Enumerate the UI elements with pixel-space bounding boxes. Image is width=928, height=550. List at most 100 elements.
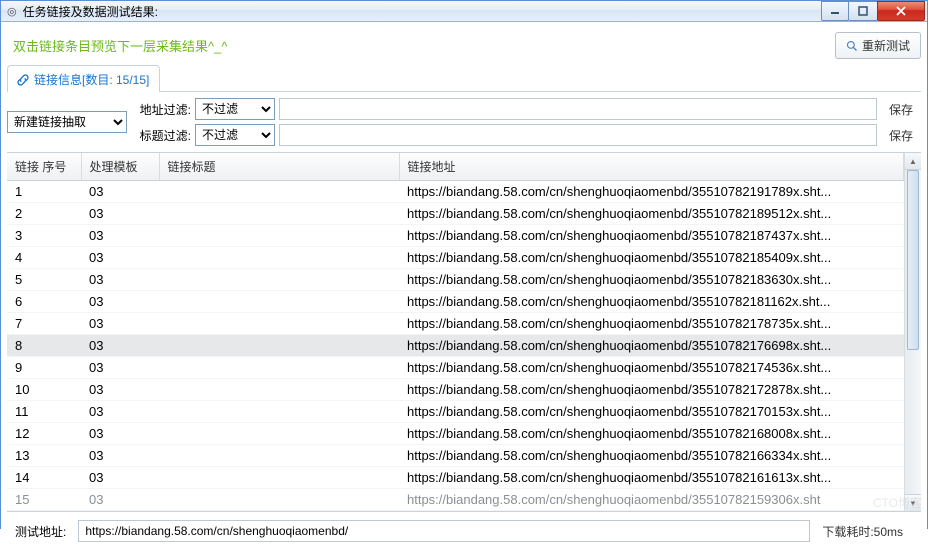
- title-save-link[interactable]: 保存: [881, 127, 921, 144]
- minimize-button[interactable]: [821, 1, 849, 21]
- cell-title: [159, 225, 399, 247]
- cell-seq: 1: [7, 181, 81, 203]
- title-bar[interactable]: ◎ 任务链接及数据测试结果:: [1, 1, 927, 22]
- title-filter-select[interactable]: 不过滤: [195, 124, 275, 146]
- cell-seq: 11: [7, 401, 81, 423]
- cell-seq: 14: [7, 467, 81, 489]
- table-row[interactable]: 403 https://biandang.58.com/cn/shenghuoqi…: [7, 247, 904, 269]
- table-row[interactable]: 1403 https://biandang.58.com/cn/shenghuoq…: [7, 467, 904, 489]
- col-seq[interactable]: 链接 序号: [7, 153, 81, 181]
- addr-filter-label: 地址过滤:: [131, 101, 191, 118]
- cell-title: [159, 247, 399, 269]
- scrollbar-thumb[interactable]: [907, 170, 919, 350]
- tabs: 链接信息[数目: 15/15]: [7, 65, 921, 92]
- table-row[interactable]: 903 https://biandang.58.com/cn/shenghuoqi…: [7, 357, 904, 379]
- cell-addr: https://biandang.58.com/cn/shenghuoqiaom…: [399, 313, 904, 335]
- retest-label: 重新测试: [862, 37, 910, 54]
- window-controls: [822, 1, 925, 21]
- cell-title: [159, 181, 399, 203]
- cell-addr: https://biandang.58.com/cn/shenghuoqiaom…: [399, 225, 904, 247]
- maximize-button[interactable]: [848, 1, 878, 21]
- cell-tpl: 03: [81, 225, 159, 247]
- cell-seq: 3: [7, 225, 81, 247]
- cell-addr: https://biandang.58.com/cn/shenghuoqiaom…: [399, 379, 904, 401]
- table-row[interactable]: 1003 https://biandang.58.com/cn/shenghuoq…: [7, 379, 904, 401]
- cell-addr: https://biandang.58.com/cn/shenghuoqiaom…: [399, 357, 904, 379]
- cell-seq: 10: [7, 379, 81, 401]
- title-filter-input[interactable]: [279, 124, 877, 146]
- content-area: 双击链接条目预览下一层采集结果^_^ 重新测试 链接信息[数目: 15/15] …: [1, 22, 927, 550]
- cell-tpl: 03: [81, 313, 159, 335]
- hint-row: 双击链接条目预览下一层采集结果^_^ 重新测试: [7, 32, 921, 59]
- cell-title: [159, 357, 399, 379]
- cell-addr: https://biandang.58.com/cn/shenghuoqiaom…: [399, 445, 904, 467]
- cell-tpl: 03: [81, 489, 159, 511]
- cell-title: [159, 269, 399, 291]
- cell-tpl: 03: [81, 335, 159, 357]
- table-row[interactable]: 603https://biandang.58.com/cn/shenghuoqi…: [7, 291, 904, 313]
- hint-text: 双击链接条目预览下一层采集结果^_^: [7, 36, 835, 55]
- filter-bar: 新建链接抽取 地址过滤: 不过滤 保存 标题过滤: 不过滤 保存: [7, 92, 921, 153]
- cell-seq: 9: [7, 357, 81, 379]
- table-row[interactable]: 103 https://biandang.58.com/cn/shenghuoqi…: [7, 181, 904, 203]
- cell-seq: 7: [7, 313, 81, 335]
- cell-addr: https://biandang.58.com/cn/shenghuoqiaom…: [399, 269, 904, 291]
- app-icon: ◎: [7, 5, 17, 18]
- table-row[interactable]: 1503 https://biandang.58.com/cn/shenghuoq…: [7, 489, 904, 511]
- link-icon: [16, 73, 30, 87]
- addr-save-link[interactable]: 保存: [881, 101, 921, 118]
- cell-addr: https://biandang.58.com/cn/shenghuoqiaom…: [399, 467, 904, 489]
- table-row[interactable]: 203https://biandang.58.com/cn/shenghuoqi…: [7, 203, 904, 225]
- cell-tpl: 03: [81, 247, 159, 269]
- cell-tpl: 03: [81, 291, 159, 313]
- table-row[interactable]: 1103https://biandang.58.com/cn/shenghuoq…: [7, 401, 904, 423]
- cell-tpl: 03: [81, 357, 159, 379]
- cell-addr: https://biandang.58.com/cn/shenghuoqiaom…: [399, 247, 904, 269]
- col-tpl[interactable]: 处理模板: [81, 153, 159, 181]
- cell-seq: 8: [7, 335, 81, 357]
- cell-title: [159, 313, 399, 335]
- table-row[interactable]: 803 https://biandang.58.com/cn/shenghuoqi…: [7, 335, 904, 357]
- vertical-scrollbar[interactable]: ▲ ▼: [904, 153, 921, 511]
- tab-link-info[interactable]: 链接信息[数目: 15/15]: [7, 65, 160, 92]
- cell-tpl: 03: [81, 445, 159, 467]
- cell-title: [159, 291, 399, 313]
- table-row[interactable]: 503https://biandang.58.com/cn/shenghuoqi…: [7, 269, 904, 291]
- cell-addr: https://biandang.58.com/cn/shenghuoqiaom…: [399, 489, 904, 511]
- table-row[interactable]: 303 https://biandang.58.com/cn/shenghuoqi…: [7, 225, 904, 247]
- table-row[interactable]: 703 https://biandang.58.com/cn/shenghuoqi…: [7, 313, 904, 335]
- extract-select[interactable]: 新建链接抽取: [7, 111, 127, 133]
- main-window: ◎ 任务链接及数据测试结果: 双击链接条目预览下一层采集结果^_^ 重新测试 链…: [0, 0, 928, 529]
- cell-tpl: 03: [81, 269, 159, 291]
- table-row[interactable]: 1303 https://biandang.58.com/cn/shenghuoq…: [7, 445, 904, 467]
- cell-addr: https://biandang.58.com/cn/shenghuoqiaom…: [399, 181, 904, 203]
- scroll-down-icon[interactable]: ▼: [905, 494, 921, 511]
- table-row[interactable]: 1203https://biandang.58.com/cn/shenghuoq…: [7, 423, 904, 445]
- links-table: 链接 序号 处理模板 链接标题 链接地址 103https://biandang…: [7, 153, 904, 511]
- cell-tpl: 03: [81, 181, 159, 203]
- test-addr-input[interactable]: [78, 520, 810, 542]
- cell-seq: 15: [7, 489, 81, 511]
- cell-title: [159, 445, 399, 467]
- retest-button[interactable]: 重新测试: [835, 32, 921, 59]
- cell-title: [159, 203, 399, 225]
- col-addr[interactable]: 链接地址: [399, 153, 904, 181]
- close-button[interactable]: [877, 1, 925, 21]
- cell-addr: https://biandang.58.com/cn/shenghuoqiaom…: [399, 335, 904, 357]
- cell-addr: https://biandang.58.com/cn/shenghuoqiaom…: [399, 401, 904, 423]
- tab-label: 链接信息[数目: 15/15]: [34, 71, 149, 88]
- cell-tpl: 03: [81, 467, 159, 489]
- download-time: 下载耗时:50ms: [822, 523, 913, 540]
- cell-title: [159, 423, 399, 445]
- cell-seq: 13: [7, 445, 81, 467]
- cell-title: [159, 401, 399, 423]
- scroll-up-icon[interactable]: ▲: [905, 153, 921, 170]
- cell-seq: 4: [7, 247, 81, 269]
- cell-addr: https://biandang.58.com/cn/shenghuoqiaom…: [399, 423, 904, 445]
- addr-filter-select[interactable]: 不过滤: [195, 98, 275, 120]
- cell-tpl: 03: [81, 379, 159, 401]
- cell-title: [159, 335, 399, 357]
- addr-filter-input[interactable]: [279, 98, 877, 120]
- cell-addr: https://biandang.58.com/cn/shenghuoqiaom…: [399, 203, 904, 225]
- col-title[interactable]: 链接标题: [159, 153, 399, 181]
